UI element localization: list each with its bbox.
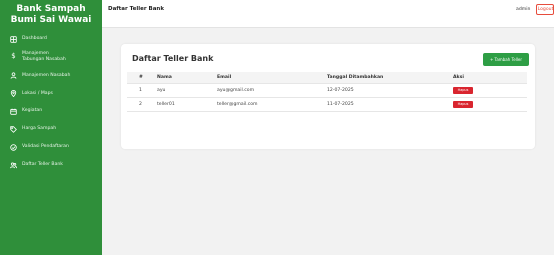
teller-list-card: Daftar Teller Bank + Tambah Teller # Nam… (121, 44, 535, 149)
sidebar-item-label: Lokasi / Maps (22, 90, 53, 96)
sidebar-item-validasi[interactable]: Validasi Pendaftaran (0, 138, 102, 156)
map-pin-icon (9, 89, 18, 98)
logout-label: Logout (537, 7, 554, 12)
sidebar: Bank Sampah Bumi Sai Wawai Dashboard $ M… (0, 0, 102, 255)
table-header-row: # Nama Email Tanggal Ditambahkan Aksi (127, 72, 527, 84)
cell-number: 1 (127, 83, 157, 98)
table-row: 2 teller01 teller@gmail.com 11-07-2025 H… (127, 97, 527, 112)
sidebar-item-label: Manajemen Tabungan Nasabah (22, 51, 66, 62)
sidebar-item-kegiatan[interactable]: Kegiatan (0, 102, 102, 120)
logout-button[interactable]: Logout (536, 4, 554, 15)
check-circle-icon (9, 143, 18, 152)
table-row: 1 ayu ayu@gmail.com 12-07-2025 Hapus (127, 83, 527, 98)
cell-action: Hapus (453, 97, 527, 112)
card-title: Daftar Teller Bank (132, 54, 214, 63)
sidebar-item-label: Validasi Pendaftaran (22, 144, 69, 150)
add-teller-button[interactable]: + Tambah Teller (483, 53, 529, 66)
column-header-date: Tanggal Ditambahkan (327, 72, 453, 84)
cell-action: Hapus (453, 83, 527, 98)
users-icon (9, 161, 18, 170)
cell-name: ayu (157, 83, 217, 98)
sidebar-item-label: Harga Sampah (22, 126, 57, 132)
dollar-icon: $ (11, 51, 16, 60)
cell-number: 2 (127, 97, 157, 112)
sidebar-item-label: Daftar Teller Bank (22, 162, 63, 168)
sidebar-item-manajemen-nasabah[interactable]: Manajemen Nasabah (0, 66, 102, 85)
grid-icon (9, 35, 18, 44)
delete-button[interactable]: Hapus (453, 100, 473, 108)
cell-email: teller@gmail.com (217, 97, 327, 112)
sidebar-item-label: Kegiatan (22, 108, 43, 114)
top-bar: Daftar Teller Bank admin Logout (102, 0, 554, 28)
sidebar-item-daftar-teller[interactable]: Daftar Teller Bank (0, 156, 102, 174)
delete-button[interactable]: Hapus (453, 86, 473, 94)
brand-line-1: Bank Sampah (16, 4, 86, 14)
sidebar-menu: Dashboard $ Manajemen Tabungan Nasabah M… (0, 31, 102, 174)
column-header-email: Email (217, 72, 327, 84)
sidebar-item-label: Manajemen Nasabah (22, 72, 71, 78)
sidebar-item-dashboard[interactable]: Dashboard (0, 31, 102, 47)
sidebar-item-lokasi[interactable]: Lokasi / Maps (0, 85, 102, 102)
column-header-number: # (127, 72, 157, 84)
sidebar-item-label: Dashboard (22, 36, 47, 42)
page-title: Daftar Teller Bank (108, 6, 164, 12)
brand: Bank Sampah Bumi Sai Wawai (0, 0, 102, 26)
cell-date: 11-07-2025 (327, 97, 453, 112)
brand-line-2: Bumi Sai Wawai (10, 15, 92, 25)
user-icon (9, 71, 18, 80)
column-header-action: Aksi (453, 72, 527, 84)
tags-icon (9, 125, 18, 134)
column-header-name: Nama (157, 72, 217, 84)
user-name: admin (516, 7, 531, 12)
sidebar-item-manajemen-tabungan[interactable]: $ Manajemen Tabungan Nasabah (0, 47, 102, 66)
cell-email: ayu@gmail.com (217, 83, 327, 98)
cell-date: 12-07-2025 (327, 83, 453, 98)
teller-table: # Nama Email Tanggal Ditambahkan Aksi 1 … (127, 72, 527, 112)
sidebar-item-harga-sampah[interactable]: Harga Sampah (0, 120, 102, 138)
cell-name: teller01 (157, 97, 217, 112)
calendar-icon (9, 107, 18, 116)
